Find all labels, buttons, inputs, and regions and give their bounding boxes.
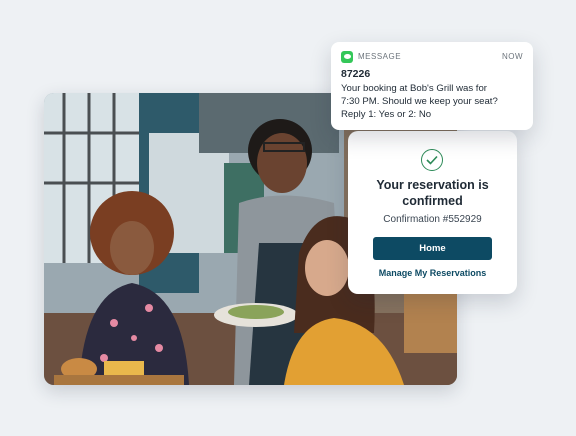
reservation-title-line-1: Your reservation is <box>376 178 489 192</box>
notification-body: Your booking at Bob's Grill was for 7:30… <box>341 82 529 121</box>
home-button[interactable]: Home <box>373 237 492 260</box>
notification-line-2: 7:30 PM. Should we keep your seat? <box>341 96 498 107</box>
notification-line-3: Reply 1: Yes or 2: No <box>341 109 432 120</box>
reservation-title-line-2: confirmed <box>402 194 463 208</box>
check-circle-icon <box>421 149 443 171</box>
messages-app-icon <box>341 51 353 63</box>
notification-line-1: Your booking at Bob's Grill was for <box>341 83 487 94</box>
notification-time: NOW <box>501 52 523 61</box>
notification-sender: 87226 <box>341 68 371 80</box>
manage-reservations-link[interactable]: Manage My Reservations <box>356 268 509 278</box>
message-notification[interactable]: MESSAGE NOW 87226 Your booking at Bob's … <box>331 42 533 130</box>
marketing-illustration: Your reservation is confirmed Confirmati… <box>0 0 576 436</box>
reservation-card: Your reservation is confirmed Confirmati… <box>348 131 517 294</box>
confirmation-number: Confirmation #552929 <box>383 214 482 225</box>
notification-app-name: MESSAGE <box>358 52 402 61</box>
reservation-title: Your reservation is confirmed <box>356 177 509 209</box>
